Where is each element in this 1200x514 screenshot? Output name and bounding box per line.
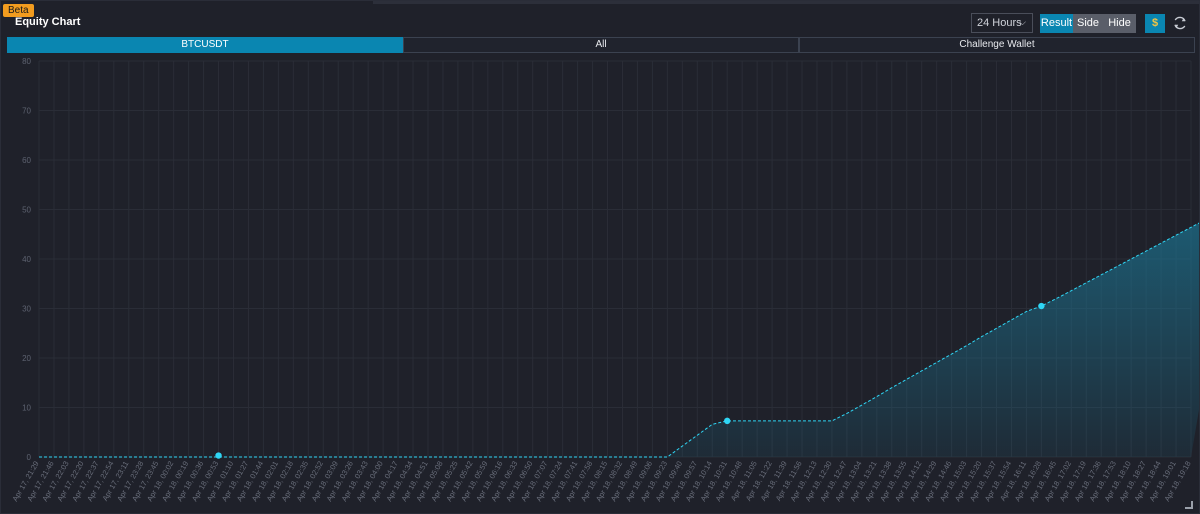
y-tick-label: 60 — [22, 156, 31, 165]
y-tick-label: 30 — [22, 305, 31, 314]
refresh-icon[interactable] — [1170, 13, 1190, 33]
y-tick-label: 70 — [22, 107, 31, 116]
equity-point — [1038, 302, 1045, 310]
equity-area-fill — [39, 223, 1199, 457]
tab-all[interactable]: All — [403, 37, 799, 53]
time-range-value: 24 Hours — [977, 17, 1022, 29]
wallet-tabs: BTCUSDT All Challenge Wallet — [7, 37, 1195, 53]
y-tick-label: 20 — [22, 354, 31, 363]
y-tick-label: 40 — [22, 255, 31, 264]
top-divider — [373, 1, 1200, 4]
time-range-select[interactable]: 24 Hours ⌵ — [971, 13, 1033, 33]
resize-handle-icon[interactable] — [1185, 501, 1193, 509]
result-button[interactable]: Result — [1040, 14, 1073, 33]
equity-area-chart: 01020304050607080Apr 17, 21:29Apr 17, 21… — [10, 57, 1199, 503]
side-button[interactable]: Side — [1073, 14, 1103, 33]
equity-point — [215, 452, 222, 459]
equity-chart-panel: Beta Equity Chart 24 Hours ⌵ Result Side… — [0, 0, 1200, 514]
y-tick-label: 10 — [22, 404, 31, 413]
equity-point — [724, 417, 731, 425]
tab-btcusdt[interactable]: BTCUSDT — [7, 37, 403, 53]
y-tick-label: 80 — [22, 57, 31, 66]
y-tick-label: 50 — [22, 206, 31, 215]
hide-button[interactable]: Hide — [1103, 14, 1136, 33]
currency-button[interactable]: $ — [1145, 14, 1165, 33]
panel-title: Equity Chart — [15, 16, 81, 28]
y-tick-label: 0 — [27, 453, 32, 462]
chevron-down-icon: ⌵ — [1019, 17, 1026, 27]
tab-challenge-wallet[interactable]: Challenge Wallet — [799, 37, 1195, 53]
